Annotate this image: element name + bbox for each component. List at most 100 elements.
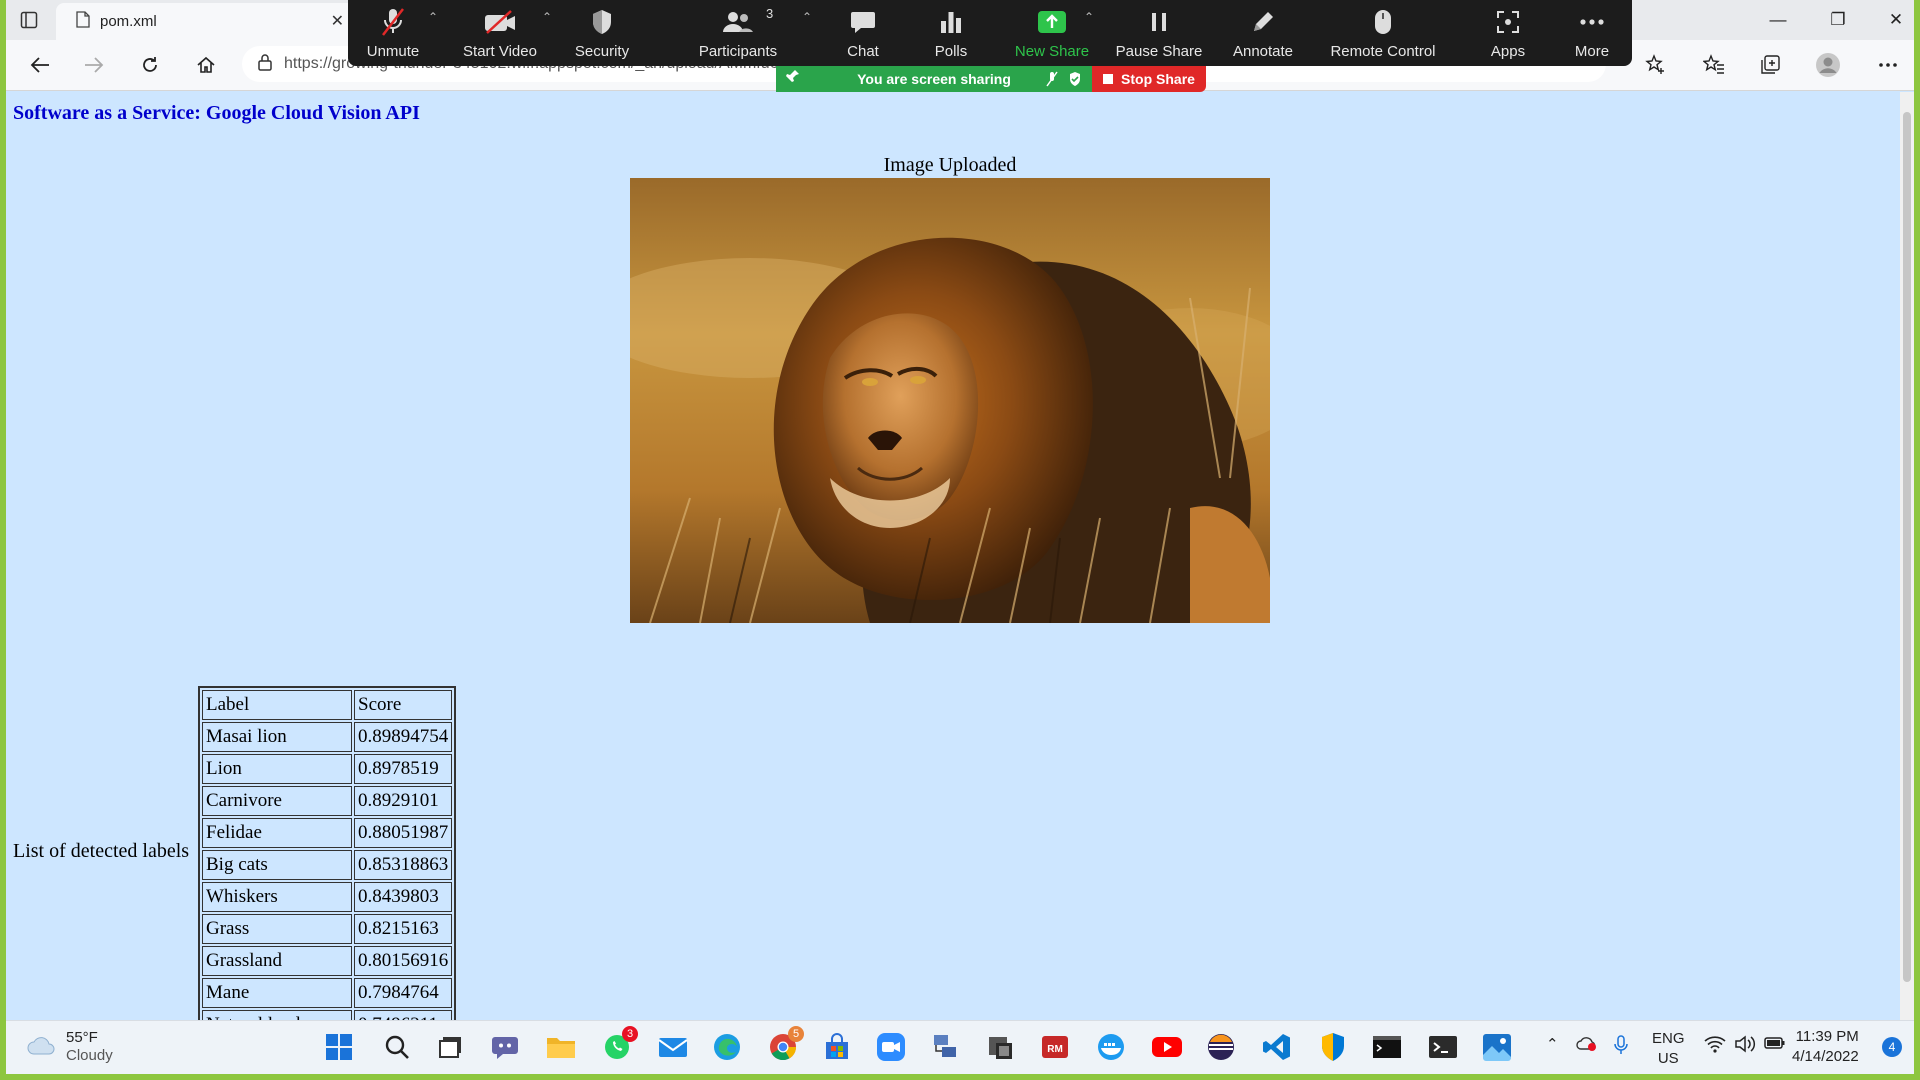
pin-icon[interactable] — [786, 69, 800, 88]
add-favorite-icon[interactable] — [1640, 50, 1672, 80]
more-button[interactable]: More — [1566, 0, 1618, 66]
snip-tool-icon[interactable] — [984, 1030, 1018, 1064]
shield-icon — [590, 5, 614, 39]
list-caption: List of detected labels — [13, 840, 190, 862]
stop-share-button[interactable]: Stop Share — [1092, 66, 1206, 92]
polls-button[interactable]: Polls — [926, 0, 976, 66]
show-hidden-icons[interactable]: ⌃ — [1546, 1035, 1559, 1053]
table-row: Grassland 0.80156916 — [202, 946, 453, 976]
home-icon[interactable] — [190, 50, 222, 80]
score-cell: 0.89894754 — [354, 722, 453, 752]
pause-icon — [1148, 5, 1170, 39]
tab-pom-xml[interactable]: pom.xml ✕ — [56, 3, 356, 40]
shield-check-icon — [1068, 71, 1082, 90]
table-header-row: Label Score — [202, 690, 453, 720]
settings-more-icon[interactable] — [1872, 50, 1904, 80]
unmute-button[interactable]: Unmute — [358, 0, 428, 66]
command-prompt-icon[interactable] — [1370, 1030, 1404, 1064]
clock-time: 11:39 PM — [1795, 1028, 1859, 1045]
mouse-icon — [1373, 5, 1393, 39]
whatsapp-badge: 3 — [622, 1026, 638, 1042]
whatsapp-icon[interactable]: 3 — [600, 1026, 638, 1064]
terminal-icon[interactable] — [1426, 1030, 1460, 1064]
tab-title: pom.xml — [100, 13, 157, 30]
profile-avatar[interactable] — [1812, 50, 1844, 80]
volume-icon[interactable] — [1734, 1035, 1756, 1057]
search-icon[interactable] — [380, 1030, 414, 1064]
docker-icon[interactable] — [1094, 1030, 1128, 1064]
restore-icon[interactable]: ❐ — [1818, 6, 1858, 34]
label-cell: Mane — [202, 978, 352, 1008]
stop-icon — [1103, 74, 1114, 84]
teams-chat-icon[interactable] — [488, 1030, 522, 1064]
apps-icon — [1495, 5, 1521, 39]
chevron-down-icon[interactable]: ⌃ — [1084, 10, 1094, 24]
language-indicator[interactable]: ENG US — [1652, 1029, 1685, 1069]
scrollbar-thumb[interactable] — [1903, 112, 1911, 982]
microphone-icon[interactable] — [1614, 1035, 1628, 1059]
task-view-icon[interactable] — [434, 1030, 468, 1064]
minimize-icon[interactable]: — — [1758, 6, 1798, 34]
table-row: Whiskers 0.8439803 — [202, 882, 453, 912]
zoom-app-icon[interactable] — [874, 1030, 908, 1064]
store-icon[interactable] — [820, 1030, 854, 1064]
participants-icon — [721, 5, 755, 39]
wifi-icon[interactable] — [1704, 1035, 1726, 1057]
favorites-icon[interactable] — [1698, 50, 1730, 80]
resource-monitor-icon[interactable]: RM — [1038, 1030, 1072, 1064]
collections-icon[interactable] — [1754, 50, 1786, 80]
sharing-text: You are screen sharing — [857, 71, 1011, 87]
annotate-button[interactable]: Annotate — [1226, 0, 1300, 66]
label-cell: Masai lion — [202, 722, 352, 752]
forward-icon[interactable] — [78, 50, 110, 80]
close-window-icon[interactable]: ✕ — [1876, 6, 1914, 34]
back-icon[interactable] — [24, 50, 56, 80]
image-caption: Image Uploaded — [883, 154, 1017, 176]
table-row: Mane 0.7984764 — [202, 978, 453, 1008]
file-explorer-icon[interactable] — [544, 1030, 578, 1064]
onedrive-icon[interactable] — [1576, 1035, 1598, 1055]
youtube-icon[interactable] — [1150, 1030, 1184, 1064]
table-row: Lion 0.8978519 — [202, 754, 453, 784]
chevron-down-icon[interactable]: ⌃ — [428, 10, 438, 24]
close-tab-icon[interactable]: ✕ — [331, 11, 344, 31]
participants-count: 3 — [766, 6, 774, 21]
weather-widget[interactable]: 55°F Cloudy — [26, 1029, 113, 1065]
chevron-down-icon[interactable]: ⌃ — [542, 10, 552, 24]
tab-actions-icon[interactable] — [16, 8, 42, 32]
cloud-icon — [26, 1034, 56, 1061]
chat-button[interactable]: Chat — [838, 0, 888, 66]
page-scrollbar[interactable] — [1900, 92, 1914, 1020]
security-button[interactable]: Security — [568, 0, 636, 66]
new-share-button[interactable]: New Share — [1010, 0, 1094, 66]
chrome-icon[interactable]: 5 — [766, 1026, 804, 1064]
photos-icon[interactable] — [1480, 1030, 1514, 1064]
remote-control-button[interactable]: Remote Control — [1318, 0, 1448, 66]
polls-icon — [939, 5, 963, 39]
share-icon — [1037, 5, 1067, 39]
start-icon[interactable] — [322, 1030, 356, 1064]
eclipse-icon[interactable] — [1204, 1030, 1238, 1064]
pause-share-button[interactable]: Pause Share — [1114, 0, 1204, 66]
chevron-down-icon[interactable]: ⌃ — [802, 10, 812, 24]
apps-label: Apps — [1490, 43, 1526, 60]
stop-share-label: Stop Share — [1121, 71, 1195, 87]
weather-temp: 55°F — [66, 1029, 98, 1046]
page-title: Software as a Service: Google Cloud Visi… — [13, 102, 420, 124]
notification-badge[interactable]: 4 — [1882, 1037, 1902, 1057]
vscode-icon[interactable] — [1260, 1030, 1294, 1064]
mail-icon[interactable] — [656, 1030, 690, 1064]
table-row: Grass 0.8215163 — [202, 914, 453, 944]
labels-table: Label Score Masai lion 0.89894754 Lion 0.8… — [198, 686, 457, 1044]
score-cell: 0.8215163 — [354, 914, 453, 944]
edge-icon[interactable] — [710, 1030, 744, 1064]
refresh-icon[interactable] — [134, 50, 166, 80]
start-video-button[interactable]: Start Video — [458, 0, 542, 66]
windows-security-icon[interactable] — [1316, 1030, 1350, 1064]
apps-button[interactable]: Apps — [1478, 0, 1538, 66]
label-header: Label — [202, 690, 352, 720]
more-label: More — [1574, 43, 1610, 60]
network-app-icon[interactable] — [928, 1030, 962, 1064]
battery-icon[interactable] — [1764, 1035, 1786, 1055]
system-clock[interactable]: 11:39 PM 4/14/2022 — [1792, 1027, 1859, 1067]
